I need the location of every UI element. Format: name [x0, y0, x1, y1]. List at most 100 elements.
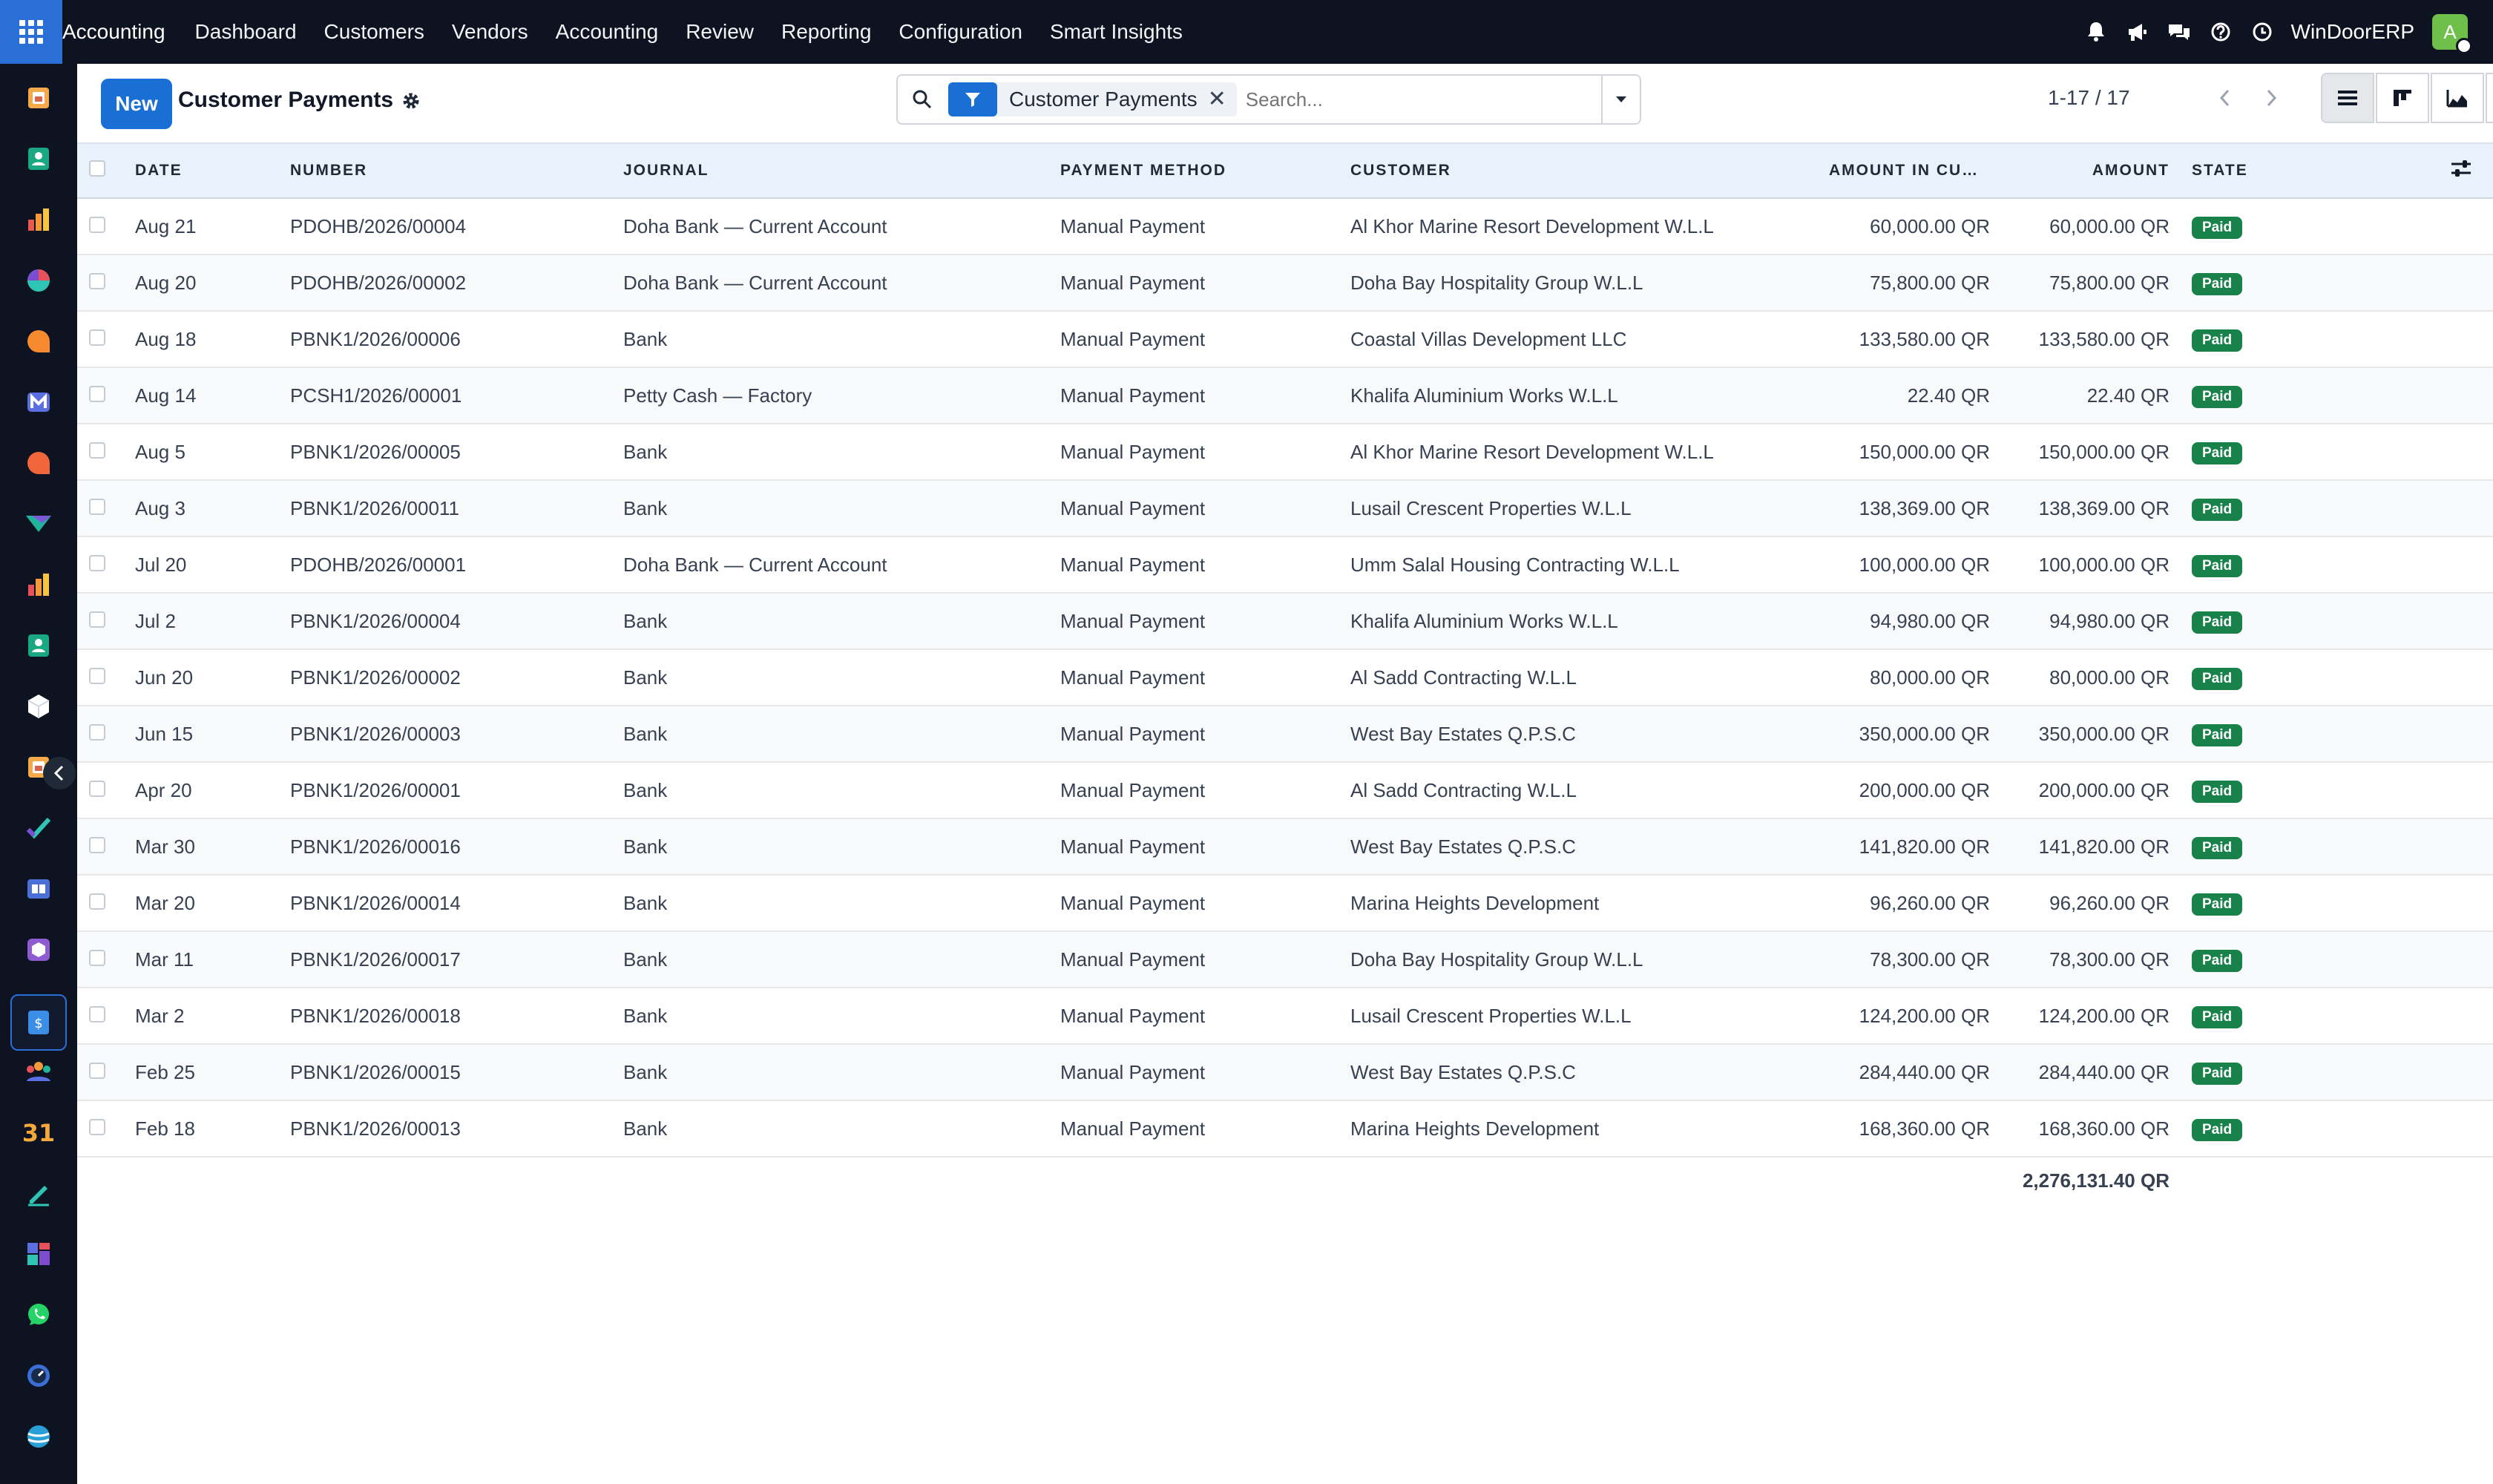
table-row[interactable]: Mar 11 PBNK1/2026/00017 Bank Manual Payment…	[77, 931, 2493, 988]
sidebar-collapse-button[interactable]	[43, 757, 76, 789]
column-header-amount[interactable]: AMOUNT	[2009, 143, 2189, 198]
row-checkbox[interactable]	[89, 1005, 105, 1022]
row-checkbox-cell[interactable]	[77, 875, 135, 931]
graph-view-button[interactable]	[2431, 73, 2484, 123]
row-checkbox-cell[interactable]	[77, 480, 135, 536]
row-checkbox[interactable]	[89, 893, 105, 910]
column-header-journal[interactable]: JOURNAL	[623, 143, 1060, 198]
menu-item-vendors[interactable]: Vendors	[452, 20, 528, 44]
apps-grid-app-icon[interactable]	[22, 1238, 55, 1270]
row-checkbox[interactable]	[89, 667, 105, 684]
whatsapp-app-icon[interactable]	[22, 1298, 55, 1331]
table-row[interactable]: Jun 15 PBNK1/2026/00003 Bank Manual Payment…	[77, 706, 2493, 762]
row-checkbox-cell[interactable]	[77, 1044, 135, 1100]
table-row[interactable]: Aug 3 PBNK1/2026/00011 Bank Manual Payment L…	[77, 480, 2493, 536]
team-app-icon[interactable]	[22, 1055, 55, 1088]
table-row[interactable]: Aug 5 PBNK1/2026/00005 Bank Manual Payment A…	[77, 424, 2493, 480]
row-checkbox-cell[interactable]	[77, 818, 135, 875]
remove-filter-close-icon[interactable]: ✕	[1208, 88, 1237, 111]
company-switcher[interactable]: WinDoorERP	[2291, 20, 2414, 44]
row-checkbox[interactable]	[89, 780, 105, 797]
row-checkbox[interactable]	[89, 1118, 105, 1135]
row-checkbox[interactable]	[89, 723, 105, 741]
gear-icon[interactable]	[401, 91, 421, 115]
row-checkbox[interactable]	[89, 611, 105, 628]
table-row[interactable]: Feb 18 PBNK1/2026/00013 Bank Manual Payment…	[77, 1100, 2493, 1157]
menu-item-accounting[interactable]: Accounting	[556, 20, 659, 44]
row-checkbox-cell[interactable]	[77, 367, 135, 424]
column-header-payment-method[interactable]: PAYMENT METHOD	[1060, 143, 1350, 198]
sales-chart-app-icon[interactable]	[22, 203, 55, 236]
select-all-checkbox-cell[interactable]	[77, 143, 135, 198]
row-checkbox-cell[interactable]	[77, 762, 135, 818]
calendar-app-icon[interactable]: 31	[22, 1116, 55, 1149]
row-checkbox-cell[interactable]	[77, 311, 135, 367]
table-row[interactable]: Aug 21 PDOHB/2026/00004 Doha Bank — Curren…	[77, 198, 2493, 255]
activity-view-button[interactable]	[2486, 73, 2493, 123]
menu-item-dashboard[interactable]: Dashboard	[195, 20, 297, 44]
menu-item-review[interactable]: Review	[686, 20, 754, 44]
mail-app-icon[interactable]	[22, 386, 55, 418]
timesheet-clock-app-icon[interactable]	[22, 1359, 55, 1392]
row-checkbox-cell[interactable]	[77, 1100, 135, 1157]
sign-pen-app-icon[interactable]	[22, 1177, 55, 1209]
row-checkbox[interactable]	[89, 1062, 105, 1079]
select-all-checkbox[interactable]	[89, 160, 105, 177]
contacts-app-icon[interactable]	[22, 142, 55, 175]
row-checkbox-cell[interactable]	[77, 536, 135, 593]
new-button[interactable]: New	[101, 79, 172, 129]
list-view-button[interactable]	[2321, 73, 2374, 123]
row-checkbox[interactable]	[89, 498, 105, 515]
menu-item-customers[interactable]: Customers	[324, 20, 424, 44]
table-row[interactable]: Feb 25 PBNK1/2026/00015 Bank Manual Payment…	[77, 1044, 2493, 1100]
table-row[interactable]: Apr 20 PBNK1/2026/00001 Bank Manual Payment…	[77, 762, 2493, 818]
discuss-bubble-app-icon[interactable]	[22, 325, 55, 358]
row-checkbox-cell[interactable]	[77, 931, 135, 988]
row-checkbox[interactable]	[89, 441, 105, 459]
pager-next-button[interactable]	[2251, 74, 2293, 122]
row-checkbox[interactable]	[89, 272, 105, 289]
row-checkbox[interactable]	[89, 554, 105, 571]
table-row[interactable]: Jun 20 PBNK1/2026/00002 Bank Manual Payment…	[77, 649, 2493, 706]
row-checkbox[interactable]	[89, 385, 105, 402]
menu-item-reporting[interactable]: Reporting	[781, 20, 871, 44]
row-checkbox-cell[interactable]	[77, 255, 135, 311]
column-header-date[interactable]: DATE	[135, 143, 290, 198]
row-checkbox[interactable]	[89, 216, 105, 233]
row-checkbox-cell[interactable]	[77, 593, 135, 649]
menu-item-configuration[interactable]: Configuration	[899, 20, 1022, 44]
table-row[interactable]: Aug 18 PBNK1/2026/00006 Bank Manual Payment…	[77, 311, 2493, 367]
search-input[interactable]	[1245, 88, 1617, 111]
table-row[interactable]: Jul 2 PBNK1/2026/00004 Bank Manual Payment K…	[77, 593, 2493, 649]
pager-value[interactable]: 1-17 / 17	[2048, 86, 2130, 110]
accounting-invoice-app-icon[interactable]: $	[10, 994, 67, 1051]
table-row[interactable]: Mar 20 PBNK1/2026/00014 Bank Manual Payment…	[77, 875, 2493, 931]
documents-app-icon[interactable]	[22, 82, 55, 114]
help-icon[interactable]	[2208, 19, 2233, 45]
employees-app-icon[interactable]	[22, 629, 55, 662]
user-avatar[interactable]: A	[2432, 14, 2472, 54]
inventory-box-app-icon[interactable]	[22, 690, 55, 723]
bell-icon[interactable]	[2083, 19, 2109, 45]
pager-previous-button[interactable]	[2204, 74, 2245, 122]
search-options-dropdown[interactable]	[1601, 76, 1640, 123]
search-icon[interactable]	[898, 76, 947, 123]
reporting-bars-app-icon[interactable]	[22, 568, 55, 601]
app-brand-link[interactable]: Accounting	[62, 20, 165, 44]
website-globe-app-icon[interactable]	[22, 1420, 55, 1453]
column-header-amount-currency[interactable]: AMOUNT IN CUR...	[1829, 143, 2009, 198]
knowledge-book-app-icon[interactable]	[22, 873, 55, 905]
row-checkbox-cell[interactable]	[77, 706, 135, 762]
table-row[interactable]: Mar 30 PBNK1/2026/00016 Bank Manual Payment…	[77, 818, 2493, 875]
kanban-view-button[interactable]	[2376, 73, 2429, 123]
row-checkbox-cell[interactable]	[77, 198, 135, 255]
megaphone-icon[interactable]	[2125, 19, 2150, 45]
dashboard-pie-app-icon[interactable]	[22, 264, 55, 297]
column-header-state[interactable]: STATE	[2189, 143, 2315, 198]
row-checkbox[interactable]	[89, 836, 105, 853]
chat-bubble-app-icon[interactable]	[22, 447, 55, 479]
optional-columns-toggle[interactable]	[2315, 143, 2493, 198]
table-row[interactable]: Mar 2 PBNK1/2026/00018 Bank Manual Payment L…	[77, 988, 2493, 1044]
table-row[interactable]: Aug 14 PCSH1/2026/00001 Petty Cash — Facto…	[77, 367, 2493, 424]
menu-item-smart-insights[interactable]: Smart Insights	[1050, 20, 1183, 44]
